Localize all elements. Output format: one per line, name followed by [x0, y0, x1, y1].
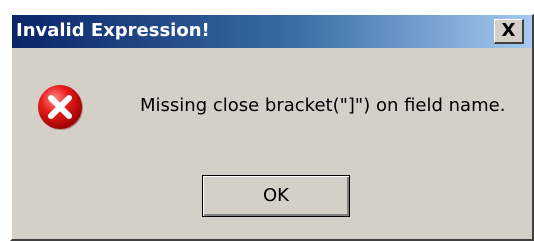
error-message: Missing close bracket("]") on field name… [140, 95, 506, 116]
close-button[interactable]: X [494, 19, 524, 44]
ok-button[interactable]: OK [202, 175, 350, 217]
error-dialog: Invalid Expression! X Missing close brac… [10, 14, 534, 241]
error-icon [38, 85, 83, 130]
dialog-title: Invalid Expression! [16, 20, 210, 41]
title-bar[interactable]: Invalid Expression! X [12, 15, 532, 48]
